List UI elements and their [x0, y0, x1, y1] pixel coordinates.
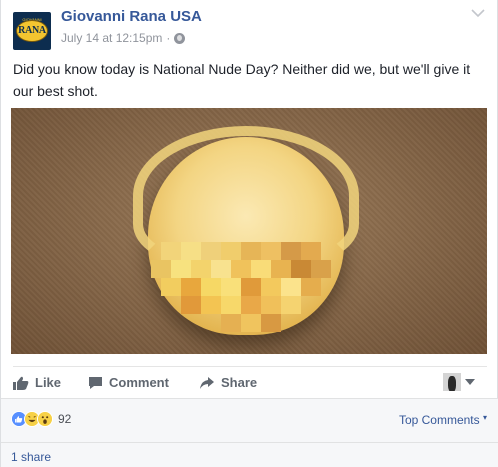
censor-pixel	[311, 260, 331, 278]
globe-icon[interactable]	[174, 32, 186, 44]
reaction-summary[interactable]: 92	[11, 411, 71, 427]
post-header: GIOVANNI RANA Giovanni Rana USA July 14 …	[13, 8, 487, 50]
reactions-bar: 92 Top Comments ▾	[1, 398, 498, 442]
post-as-selector[interactable]	[443, 373, 475, 391]
page-name-link[interactable]: Giovanni Rana USA	[61, 8, 202, 25]
censor-pixel	[221, 242, 241, 260]
share-count-link[interactable]: 1 share	[11, 450, 51, 464]
censor-pixel	[281, 296, 301, 314]
page-avatar[interactable]: GIOVANNI RANA	[13, 12, 51, 50]
censor-pixel	[281, 278, 301, 296]
speech-bubble-icon	[89, 376, 102, 389]
avatar-logo-text: RANA	[18, 25, 46, 36]
meta-separator: ·	[166, 31, 171, 45]
censor-pixel	[271, 260, 291, 278]
censor-pixel	[241, 278, 261, 296]
censor-pixel	[261, 314, 281, 332]
censor-pixel	[261, 242, 281, 260]
censor-pixel	[201, 242, 221, 260]
comment-button[interactable]: Comment	[88, 375, 169, 390]
top-comments-dropdown[interactable]: Top Comments ▾	[399, 413, 487, 427]
censor-pixel	[201, 296, 221, 314]
censor-pixel	[151, 260, 171, 278]
post-photo[interactable]	[11, 108, 487, 354]
reaction-count: 92	[58, 412, 72, 426]
censor-pixel	[161, 278, 181, 296]
censor-pixel	[161, 242, 181, 260]
censor-pixel	[241, 314, 261, 332]
like-label: Like	[35, 375, 62, 390]
caret-down-icon	[465, 379, 475, 385]
censor-pixel	[181, 296, 201, 314]
caret-down-icon: ▾	[482, 413, 487, 422]
share-arrow-icon	[200, 376, 214, 389]
top-comments-label: Top Comments	[398, 413, 480, 427]
censor-pixel	[241, 242, 261, 260]
shares-bar: 1 share	[1, 442, 498, 467]
censor-pixel	[181, 242, 201, 260]
censor-pixel	[221, 278, 241, 296]
censor-pixel	[301, 278, 321, 296]
censor-pixel	[221, 296, 241, 314]
censor-pixel	[181, 278, 201, 296]
censor-pixel	[211, 260, 231, 278]
wow-reaction-icon	[37, 411, 53, 427]
censor-pixel	[251, 260, 271, 278]
share-label: Share	[221, 375, 258, 390]
chevron-down-icon[interactable]	[471, 8, 485, 18]
censor-pixel	[171, 260, 191, 278]
censor-pixel	[221, 314, 241, 332]
censor-pixel	[241, 296, 261, 314]
share-button[interactable]: Share	[199, 375, 257, 390]
censor-pixel	[291, 260, 311, 278]
post-meta: July 14 at 12:15pm ·	[61, 31, 186, 45]
post-actions: Like Comment Share	[13, 366, 487, 396]
comment-label: Comment	[109, 375, 169, 390]
censor-pixel	[281, 242, 301, 260]
like-button[interactable]: Like	[13, 375, 61, 390]
censor-pixel	[261, 278, 281, 296]
post-message: Did you know today is National Nude Day?…	[13, 61, 471, 99]
censor-pixel	[261, 296, 281, 314]
thumbs-up-icon	[13, 376, 29, 390]
censor-pixel	[191, 260, 211, 278]
censor-pixel	[201, 278, 221, 296]
feed-post: GIOVANNI RANA Giovanni Rana USA July 14 …	[0, 0, 498, 467]
censor-pixel	[301, 242, 321, 260]
viewer-avatar	[443, 373, 461, 391]
post-timestamp[interactable]: July 14 at 12:15pm	[61, 31, 162, 45]
censor-pixel	[231, 260, 251, 278]
